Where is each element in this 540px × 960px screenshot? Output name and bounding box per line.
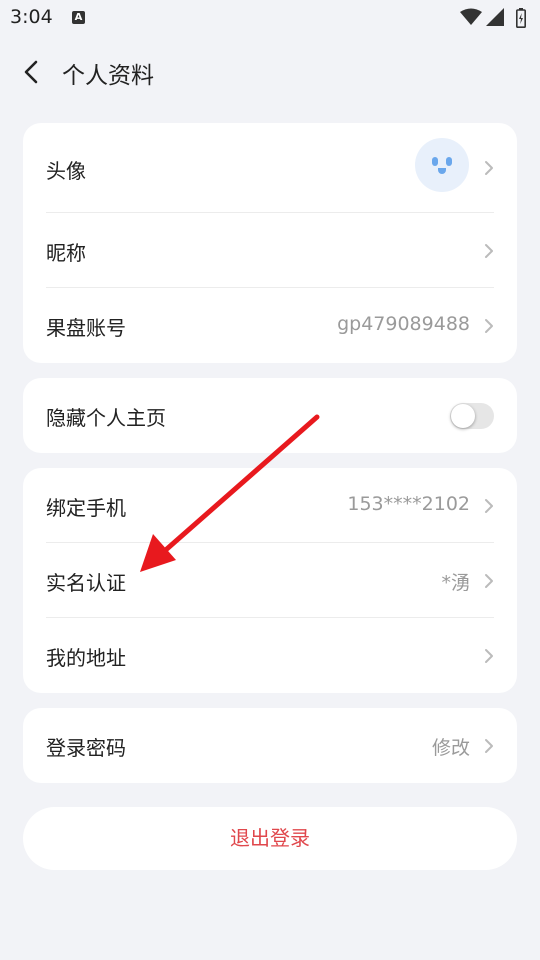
password-label: 登录密码	[46, 736, 126, 760]
logout-label: 退出登录	[230, 826, 310, 850]
logout-button[interactable]: 退出登录	[23, 807, 517, 870]
chevron-right-icon	[485, 319, 493, 333]
realname-row[interactable]: 实名认证 *湧	[23, 543, 517, 618]
avatar-label: 头像	[46, 159, 86, 183]
phone-row[interactable]: 绑定手机 153****2102	[23, 468, 517, 543]
phone-value: 153****2102	[347, 493, 470, 515]
chevron-right-icon	[485, 649, 493, 663]
chevron-right-icon	[485, 574, 493, 588]
wifi-icon	[460, 8, 482, 25]
status-bar: 3:04 A	[0, 0, 540, 36]
chevron-right-icon	[485, 161, 493, 175]
chevron-right-icon	[485, 739, 493, 753]
avatar-mouth	[438, 168, 446, 174]
page-title: 个人资料	[62, 63, 154, 89]
avatar-left-eye	[432, 157, 438, 166]
avatar-right-eye	[446, 157, 452, 166]
profile-card: 头像 昵称 果盘账号 gp479089488	[23, 123, 517, 363]
notification-icon: A	[72, 11, 85, 24]
nickname-label: 昵称	[46, 241, 86, 265]
password-value: 修改	[431, 737, 470, 759]
status-time: 3:04	[10, 6, 53, 28]
account-label: 果盘账号	[46, 316, 126, 340]
realname-label: 实名认证	[46, 571, 126, 595]
password-row[interactable]: 登录密码 修改	[23, 708, 517, 783]
account-row[interactable]: 果盘账号 gp479089488	[23, 288, 517, 363]
avatar-row[interactable]: 头像	[23, 123, 517, 213]
account-value: gp479089488	[337, 313, 470, 335]
avatar[interactable]	[415, 138, 469, 192]
toggle-knob	[451, 404, 475, 428]
realname-value: *湧	[441, 572, 470, 594]
hide-homepage-row: 隐藏个人主页	[23, 378, 517, 453]
top-bar: 个人资料	[0, 48, 540, 96]
privacy-card: 隐藏个人主页	[23, 378, 517, 453]
system-icons	[460, 8, 532, 28]
binding-card: 绑定手机 153****2102 实名认证 *湧 我的地址	[23, 468, 517, 693]
nickname-row[interactable]: 昵称	[23, 213, 517, 288]
chevron-right-icon	[485, 499, 493, 513]
hide-homepage-toggle[interactable]	[450, 403, 494, 429]
address-label: 我的地址	[46, 646, 126, 670]
battery-icon	[516, 8, 526, 28]
password-card: 登录密码 修改	[23, 708, 517, 783]
back-icon[interactable]	[18, 58, 46, 86]
phone-label: 绑定手机	[46, 496, 126, 520]
chevron-right-icon	[485, 244, 493, 258]
address-row[interactable]: 我的地址	[23, 618, 517, 693]
signal-icon	[486, 8, 504, 26]
hide-homepage-label: 隐藏个人主页	[46, 406, 166, 430]
